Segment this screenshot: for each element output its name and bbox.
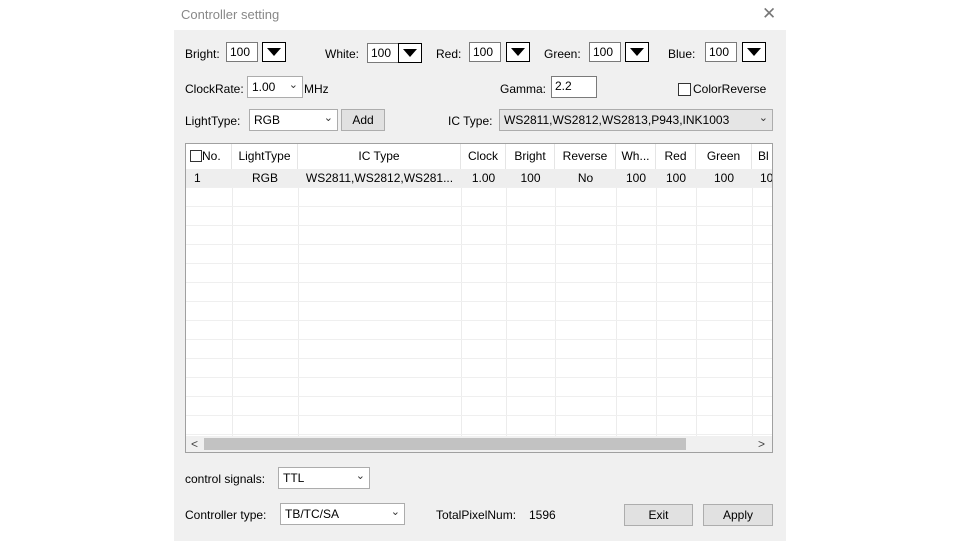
red-input[interactable]: 100 xyxy=(469,42,501,62)
total-pixel-label: TotalPixelNum: xyxy=(436,508,517,522)
clockrate-select[interactable]: 1.00 ⌄ xyxy=(247,76,303,98)
blue-input[interactable]: 100 xyxy=(705,42,737,62)
ic-type-select[interactable]: WS2811,WS2812,WS2813,P943,INK1003 ⌄ xyxy=(499,109,773,131)
empty-row xyxy=(186,283,772,302)
title-bar: Controller setting ✕ xyxy=(174,0,786,30)
chevron-down-icon: ⌄ xyxy=(288,79,298,91)
apply-button[interactable]: Apply xyxy=(703,504,773,526)
cell-lighttype: RGB xyxy=(251,171,278,185)
bright-dropdown-icon[interactable] xyxy=(262,42,286,62)
empty-row xyxy=(186,340,772,359)
empty-row xyxy=(186,264,772,283)
empty-row xyxy=(186,188,772,207)
dialog-title: Controller setting xyxy=(181,7,280,22)
empty-row xyxy=(186,302,772,321)
scroll-right-icon[interactable]: > xyxy=(758,436,765,452)
color-reverse-checkbox[interactable] xyxy=(678,83,691,96)
col-header-reverse[interactable]: Reverse xyxy=(555,144,616,169)
cell-blue: 10 xyxy=(760,171,773,185)
empty-row xyxy=(186,359,772,378)
close-icon[interactable]: ✕ xyxy=(762,5,776,23)
lighttype-select[interactable]: RGB ⌄ xyxy=(249,109,338,131)
red-dropdown-icon[interactable] xyxy=(506,42,530,62)
chevron-down-icon: ⌄ xyxy=(323,112,333,124)
blue-dropdown-icon[interactable] xyxy=(742,42,766,62)
controller-type-label: Controller type: xyxy=(185,508,267,522)
total-pixel-value: 1596 xyxy=(529,508,556,522)
green-dropdown-icon[interactable] xyxy=(625,42,649,62)
chevron-down-icon: ⌄ xyxy=(390,506,400,518)
red-label: Red: xyxy=(436,47,462,61)
col-header-green[interactable]: Green xyxy=(696,144,752,169)
white-input[interactable]: 100 xyxy=(367,43,399,63)
cell-white: 100 xyxy=(625,171,647,185)
clockrate-value: 1.00 xyxy=(252,80,276,94)
lighttype-value: RGB xyxy=(254,113,281,127)
col-header-no-label: No. xyxy=(202,149,221,163)
bright-input[interactable]: 100 xyxy=(226,42,258,62)
select-all-checkbox[interactable] xyxy=(190,150,202,162)
white-dropdown-icon[interactable] xyxy=(398,43,422,63)
white-label: White: xyxy=(325,47,360,61)
chevron-down-icon: ⌄ xyxy=(355,470,365,482)
gamma-input[interactable]: 2.2 xyxy=(551,76,597,98)
empty-row xyxy=(186,207,772,226)
controller-type-value: TB/TC/SA xyxy=(285,507,340,521)
col-header-ictype[interactable]: IC Type xyxy=(298,144,461,169)
cell-clock: 1.00 xyxy=(471,171,496,185)
empty-row xyxy=(186,226,772,245)
col-header-no[interactable]: No. xyxy=(186,144,232,169)
clockrate-unit: MHz xyxy=(304,82,329,96)
controller-table[interactable]: No. LightType IC Type Clock Bright Rever… xyxy=(185,143,773,453)
controller-setting-dialog: Controller setting ✕ Bright: 100 White: … xyxy=(174,0,786,541)
chevron-down-icon: ⌄ xyxy=(758,112,768,124)
lighttype-label: LightType: xyxy=(185,114,241,128)
green-input[interactable]: 100 xyxy=(589,42,621,62)
table-header: No. LightType IC Type Clock Bright Rever… xyxy=(186,144,772,170)
exit-button[interactable]: Exit xyxy=(624,504,693,526)
cell-bright: 100 xyxy=(520,171,541,185)
col-header-bright[interactable]: Bright xyxy=(506,144,555,169)
bright-label: Bright: xyxy=(185,47,220,61)
add-button[interactable]: Add xyxy=(341,109,385,131)
control-signals-select[interactable]: TTL ⌄ xyxy=(278,467,370,489)
col-header-lighttype[interactable]: LightType xyxy=(232,144,298,169)
col-header-blue[interactable]: Bl xyxy=(752,144,772,169)
table-row[interactable]: 1 RGB WS2811,WS2812,WS281... 1.00 100 No… xyxy=(186,169,773,188)
cell-reverse: No xyxy=(577,171,594,185)
green-label: Green: xyxy=(544,47,581,61)
cell-red: 100 xyxy=(665,171,687,185)
ic-type-value: WS2811,WS2812,WS2813,P943,INK1003 xyxy=(504,113,730,127)
controller-type-select[interactable]: TB/TC/SA ⌄ xyxy=(280,503,405,525)
control-signals-label: control signals: xyxy=(185,472,266,486)
cell-green: 100 xyxy=(713,171,735,185)
scrollbar-thumb[interactable] xyxy=(204,438,686,450)
empty-row xyxy=(186,321,772,340)
empty-row xyxy=(186,245,772,264)
cell-ictype: WS2811,WS2812,WS281... xyxy=(305,171,454,185)
ic-type-label: IC Type: xyxy=(448,114,493,128)
col-header-clock[interactable]: Clock xyxy=(461,144,506,169)
color-reverse-label: ColorReverse xyxy=(693,82,767,96)
gamma-label: Gamma: xyxy=(500,82,547,96)
empty-row xyxy=(186,397,772,416)
control-signals-value: TTL xyxy=(283,471,305,485)
col-header-red[interactable]: Red xyxy=(656,144,696,169)
col-header-white[interactable]: Wh... xyxy=(616,144,656,169)
empty-row xyxy=(186,378,772,397)
scroll-left-icon[interactable]: < xyxy=(191,436,198,452)
empty-row xyxy=(186,416,772,435)
clockrate-label: ClockRate: xyxy=(185,82,244,96)
horizontal-scrollbar[interactable]: < > xyxy=(186,436,772,452)
blue-label: Blue: xyxy=(668,47,696,61)
